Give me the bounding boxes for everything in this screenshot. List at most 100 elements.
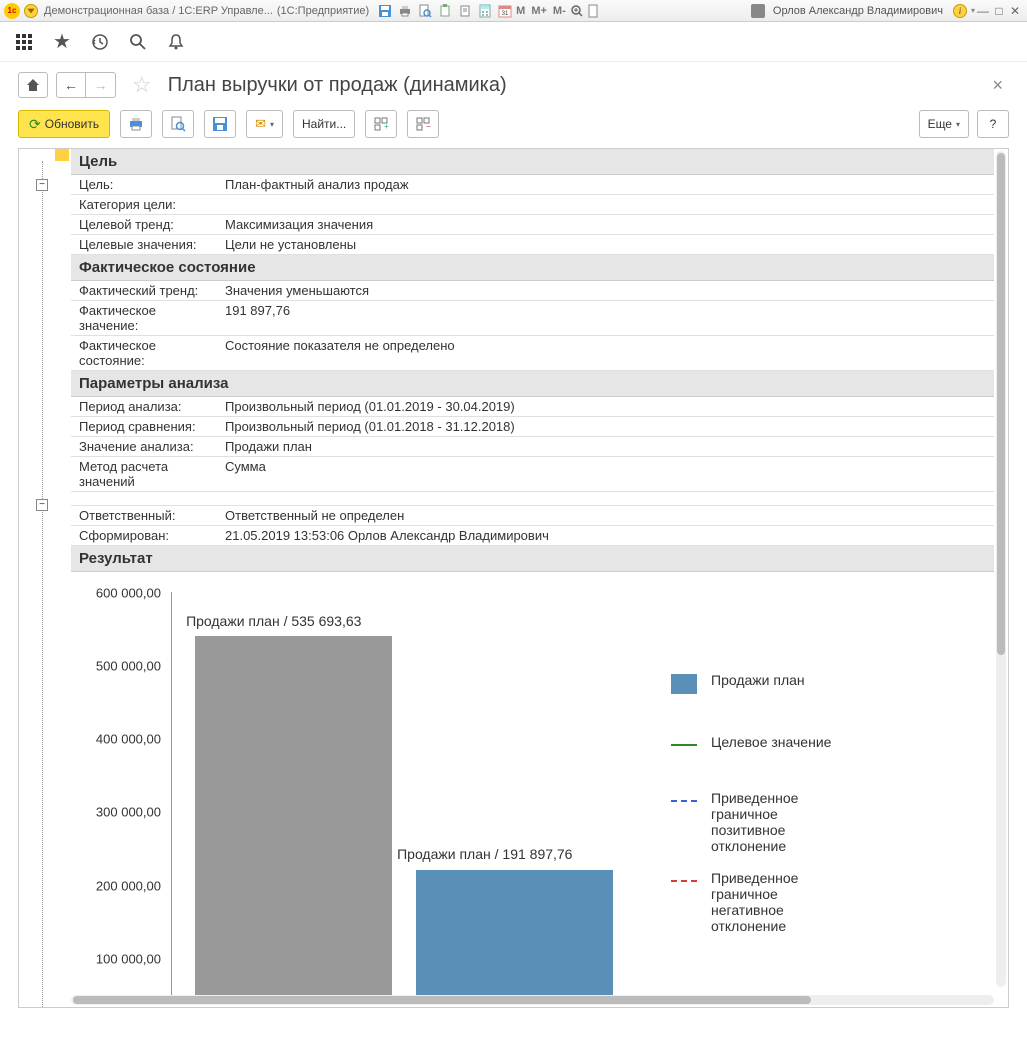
section-header-result: Результат xyxy=(71,546,994,572)
calc-icon[interactable] xyxy=(477,3,493,19)
home-button[interactable] xyxy=(18,72,48,98)
y-tick-label: 200 000,00 xyxy=(96,878,161,893)
svg-text:+: + xyxy=(384,122,389,131)
bar-label-previous: Продажи план / 535 693,63 xyxy=(186,613,361,629)
page-title: План выручки от продаж (динамика) xyxy=(168,74,507,97)
app-logo-icon: 1c xyxy=(4,3,20,19)
help-label: ? xyxy=(990,117,997,131)
help-button[interactable]: ? xyxy=(977,110,1009,138)
maximize-button[interactable]: □ xyxy=(991,4,1007,18)
kv-row: Метод расчета значенийСумма xyxy=(71,457,994,492)
plot-region: Продажи план / 535 693,63 Продажи план /… xyxy=(171,592,641,1002)
collapse-groups-button[interactable]: − xyxy=(407,110,439,138)
envelope-icon: ✉ xyxy=(255,116,266,132)
save-doc-button[interactable] xyxy=(204,110,236,138)
find-button[interactable]: Найти... xyxy=(293,110,355,138)
print-button[interactable] xyxy=(120,110,152,138)
close-tab-button[interactable]: × xyxy=(986,75,1009,96)
refresh-label: Обновить xyxy=(45,117,99,131)
print-preview-button[interactable] xyxy=(162,110,194,138)
kv-row: Период сравнения:Произвольный период (01… xyxy=(71,417,994,437)
main-toolbar: ★ xyxy=(0,22,1027,62)
svg-text:31: 31 xyxy=(502,11,509,17)
kv-row: Фактический тренд:Значения уменьшаются xyxy=(71,281,994,301)
legend-line-icon xyxy=(671,800,697,802)
kv-row: Целевой тренд:Максимизация значения xyxy=(71,215,994,235)
info-icon[interactable]: i xyxy=(953,4,967,18)
chart-plot: 600 000,00 500 000,00 400 000,00 300 000… xyxy=(81,582,641,1007)
y-tick-label: 600 000,00 xyxy=(96,586,161,601)
chart-area: 600 000,00 500 000,00 400 000,00 300 000… xyxy=(71,572,994,1007)
user-avatar-icon[interactable] xyxy=(751,4,765,18)
doc3-icon[interactable] xyxy=(585,3,601,19)
vertical-scrollbar[interactable] xyxy=(996,151,1006,987)
kv-row: Целевые значения:Цели не установлены xyxy=(71,235,994,255)
active-marker xyxy=(55,149,69,161)
legend-label: Приведенное граничное негативное отклоне… xyxy=(711,870,851,934)
y-tick-label: 300 000,00 xyxy=(96,805,161,820)
minimize-button[interactable]: — xyxy=(975,4,991,18)
kv-row: Фактическое значение:191 897,76 xyxy=(71,301,994,336)
zoom-icon[interactable] xyxy=(569,3,585,19)
section-header-params: Параметры анализа xyxy=(71,371,994,397)
apps-grid-icon[interactable] xyxy=(14,32,34,52)
doc1-icon[interactable] xyxy=(437,3,453,19)
horizontal-scrollbar[interactable] xyxy=(71,995,994,1005)
window-title-main: Демонстрационная база / 1С:ERP Управле..… xyxy=(44,5,273,17)
search-icon[interactable] xyxy=(128,32,148,52)
kv-row: Цель:План-фактный анализ продаж xyxy=(71,175,994,195)
expand-groups-button[interactable]: + xyxy=(365,110,397,138)
back-button[interactable]: ← xyxy=(56,72,86,98)
favorites-star-icon[interactable]: ★ xyxy=(52,32,72,52)
outline-collapse-button[interactable]: − xyxy=(36,499,48,511)
doc2-icon[interactable] xyxy=(457,3,473,19)
chart-legend: Продажи план Целевое значение Приведенно… xyxy=(641,582,984,1007)
legend-label: Приведенное граничное позитивное отклоне… xyxy=(711,790,851,854)
window-titlebar: 1c Демонстрационная база / 1С:ERP Управл… xyxy=(0,0,1027,22)
outline-collapse-button[interactable]: − xyxy=(36,179,48,191)
bar-current xyxy=(416,870,613,1001)
user-name[interactable]: Орлов Александр Владимирович xyxy=(773,5,943,17)
history-icon[interactable] xyxy=(90,32,110,52)
report-body: Цель Цель:План-фактный анализ продаж Кат… xyxy=(71,149,1008,1007)
forward-button[interactable]: → xyxy=(86,72,116,98)
preview-icon[interactable] xyxy=(417,3,433,19)
calendar-icon[interactable]: 31 xyxy=(497,3,513,19)
section-header-goal: Цель xyxy=(71,149,994,175)
bar-previous xyxy=(195,636,392,1001)
kv-row: Значение анализа:Продажи план xyxy=(71,437,994,457)
more-button[interactable]: Еще ▾ xyxy=(919,110,969,138)
kv-row: Сформирован:21.05.2019 13:53:06 Орлов Ал… xyxy=(71,526,994,546)
dropdown-menu-icon[interactable] xyxy=(24,4,38,18)
dropdown-arrow-icon: ▾ xyxy=(956,120,960,129)
kv-row: Фактическое состояние:Состояние показате… xyxy=(71,336,994,371)
print-icon[interactable] xyxy=(397,3,413,19)
mem-m-plus[interactable]: M+ xyxy=(528,5,550,17)
save-icon[interactable] xyxy=(377,3,393,19)
mem-m[interactable]: M xyxy=(513,5,528,17)
legend-line-icon xyxy=(671,880,697,882)
legend-label: Продажи план xyxy=(711,672,805,688)
bell-icon[interactable] xyxy=(166,32,186,52)
action-toolbar: ⟳ Обновить ✉ ▾ Найти... + − Еще ▾ ? xyxy=(0,104,1027,148)
legend-item: Приведенное граничное позитивное отклоне… xyxy=(671,790,974,854)
kv-row: Ответственный:Ответственный не определен xyxy=(71,506,994,526)
y-tick-label: 500 000,00 xyxy=(96,659,161,674)
y-tick-label: 400 000,00 xyxy=(96,732,161,747)
mem-m-minus[interactable]: M- xyxy=(550,5,569,17)
legend-item: Продажи план xyxy=(671,672,974,694)
report-container: − − Цель Цель:План-фактный анализ продаж… xyxy=(18,148,1009,1008)
favorite-toggle-icon[interactable]: ☆ xyxy=(132,72,152,98)
more-label: Еще xyxy=(928,117,952,131)
refresh-button[interactable]: ⟳ Обновить xyxy=(18,110,110,138)
window-title-suffix: (1С:Предприятие) xyxy=(277,5,369,17)
kv-row: Период анализа:Произвольный период (01.0… xyxy=(71,397,994,417)
email-button[interactable]: ✉ ▾ xyxy=(246,110,283,138)
find-label: Найти... xyxy=(302,117,346,131)
legend-swatch-icon xyxy=(671,674,697,694)
refresh-icon: ⟳ xyxy=(29,116,41,133)
close-window-button[interactable]: ✕ xyxy=(1007,4,1023,18)
kv-row: Категория цели: xyxy=(71,195,994,215)
page-header: ← → ☆ План выручки от продаж (динамика) … xyxy=(0,62,1027,104)
outline-column: − − xyxy=(19,149,71,1007)
